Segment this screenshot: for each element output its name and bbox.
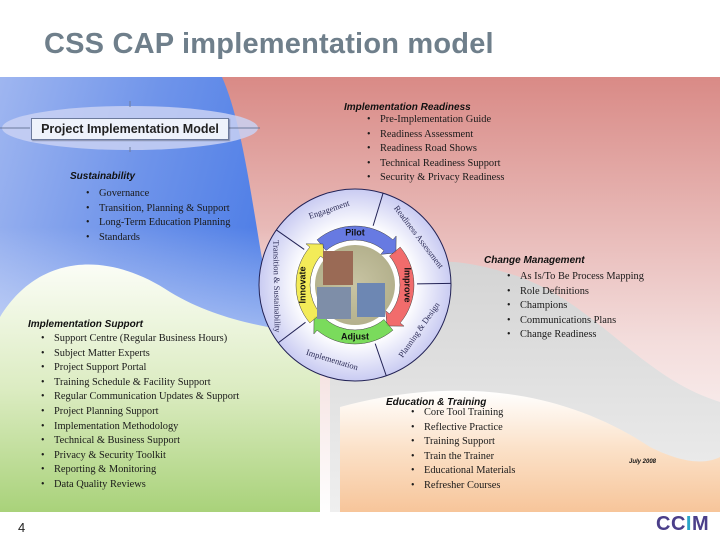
slide-title: CSS CAP implementation model [44, 28, 494, 60]
list-item: Standards [84, 231, 230, 246]
list-item: Implementation Methodology [39, 420, 239, 435]
list-item: Security & Privacy Readiness [365, 171, 504, 186]
list-item: Subject Matter Experts [39, 347, 239, 362]
implementation-readiness-list: Pre-Implementation Guide Readiness Asses… [365, 113, 504, 186]
implementation-support-heading: Implementation Support [28, 319, 143, 330]
list-item: Project Planning Support [39, 405, 239, 420]
sustainability-list: Governance Transition, Planning & Suppor… [84, 187, 230, 245]
list-item: Transition, Planning & Support [84, 202, 230, 217]
list-item: Communications Plans [505, 314, 644, 329]
photo-top-left [323, 251, 353, 285]
page-number: 4 [18, 520, 26, 535]
cycle-label-improve: Improve [403, 267, 413, 302]
list-item: Champions [505, 299, 644, 314]
project-implementation-model-label: Project Implementation Model [31, 118, 229, 140]
wheel-segment-label: Transition & Sustainability [271, 240, 283, 333]
list-item: Reflective Practice [409, 421, 515, 436]
ccim-logo: CCIM [656, 513, 710, 535]
list-item: Technical Readiness Support [365, 157, 504, 172]
list-item: Training Schedule & Facility Support [39, 376, 239, 391]
list-item: Core Tool Training [409, 406, 515, 421]
sustainability-heading: Sustainability [70, 171, 136, 182]
list-item: Training Support [409, 435, 515, 450]
list-item: Change Readiness [505, 328, 644, 343]
list-item: Readiness Assessment [365, 128, 504, 143]
change-management-list: As Is/To Be Process Mapping Role Definit… [505, 270, 644, 343]
list-item: Role Definitions [505, 285, 644, 300]
list-item: Refresher Courses [409, 479, 515, 494]
list-item: Support Centre (Regular Business Hours) [39, 332, 239, 347]
list-item: Technical & Business Support [39, 434, 239, 449]
list-item: Long-Term Education Planning [84, 216, 230, 231]
list-item: Educational Materials [409, 464, 515, 479]
list-item: Readiness Road Shows [365, 142, 504, 157]
list-item: Reporting & Monitoring [39, 463, 239, 478]
cycle-label-pilot: Pilot [345, 227, 365, 237]
education-training-list: Core Tool Training Reflective Practice T… [409, 406, 515, 494]
date-label: July 2008 [629, 459, 657, 465]
implementation-support-list: Support Centre (Regular Business Hours) … [39, 332, 239, 493]
cycle-label-adjust: Adjust [341, 331, 369, 341]
list-item: Project Support Portal [39, 361, 239, 376]
photo-right [357, 283, 385, 317]
cycle-label-innovate: Innovate [297, 266, 307, 303]
wheel-divider [416, 282, 451, 285]
list-item: Governance [84, 187, 230, 202]
list-item: Regular Communication Updates & Support [39, 390, 239, 405]
list-item: Data Quality Reviews [39, 478, 239, 493]
photo-bottom-left [317, 287, 351, 319]
list-item: As Is/To Be Process Mapping [505, 270, 644, 285]
list-item: Train the Trainer [409, 450, 515, 465]
implementation-readiness-heading: Implementation Readiness [344, 102, 471, 113]
list-item: Pre-Implementation Guide [365, 113, 504, 128]
implementation-cycle-wheel: Engagement Readiness AssessmentPlanning &… [258, 188, 452, 382]
list-item: Privacy & Security Toolkit [39, 449, 239, 464]
change-management-heading: Change Management [484, 255, 585, 266]
